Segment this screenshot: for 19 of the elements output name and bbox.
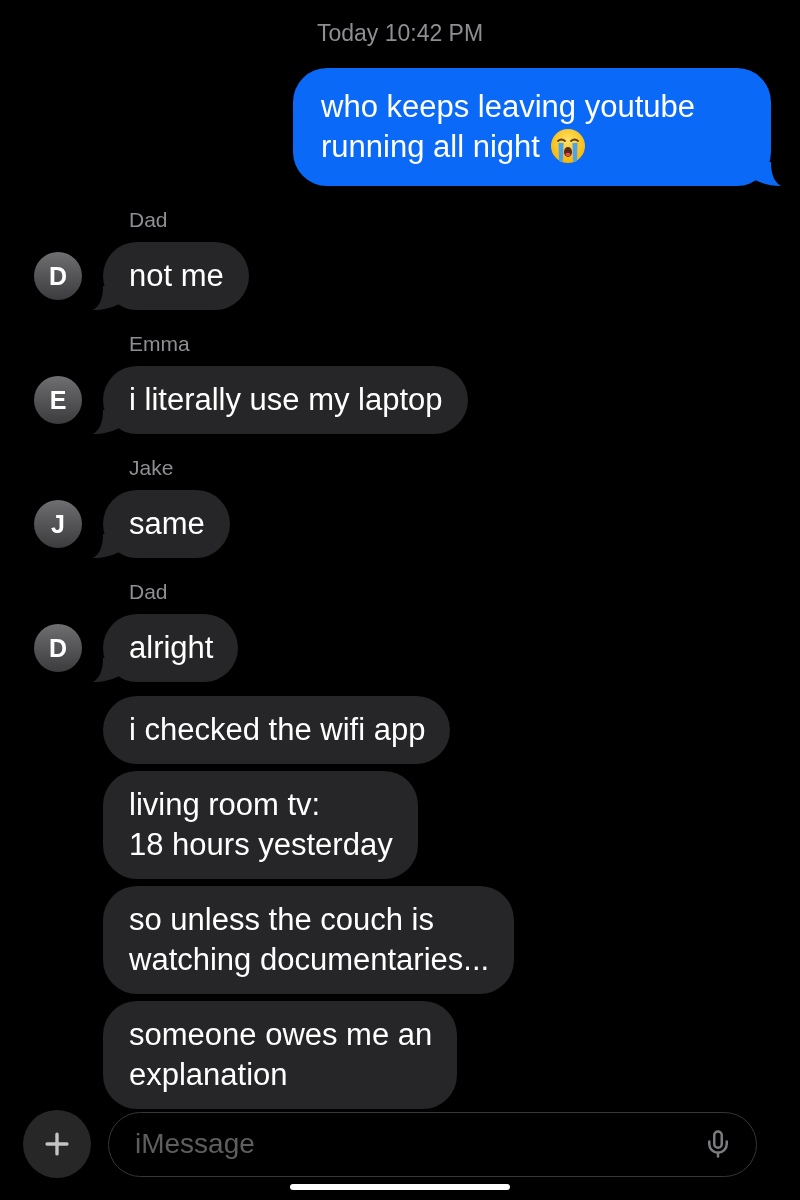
message-text: who keeps leaving youtube running all night [321, 89, 695, 164]
message-text: i checked the wifi app [129, 711, 426, 749]
sender-name: Emma [129, 332, 190, 356]
avatar[interactable]: J [34, 500, 82, 548]
message-input[interactable]: iMessage [108, 1111, 757, 1177]
avatar[interactable]: D [34, 252, 82, 300]
avatar[interactable]: E [34, 376, 82, 424]
message-text: someone owes me an explanation [129, 1016, 433, 1094]
sender-name: Jake [129, 456, 174, 480]
avatar[interactable]: D [34, 624, 82, 672]
sender-name: Dad [129, 580, 168, 604]
message-text: so unless the couch is watching documentaries... [129, 901, 490, 979]
message-text: same [129, 505, 205, 543]
message-text: living room tv: 18 hours yesterday [129, 786, 393, 864]
timestamp: Today 10:42 PM [316, 19, 484, 47]
message-text: alright [129, 629, 214, 667]
sender-name: Dad [129, 208, 168, 232]
message-text: i literally use my laptop [129, 381, 443, 419]
message-text: not me [129, 257, 224, 295]
